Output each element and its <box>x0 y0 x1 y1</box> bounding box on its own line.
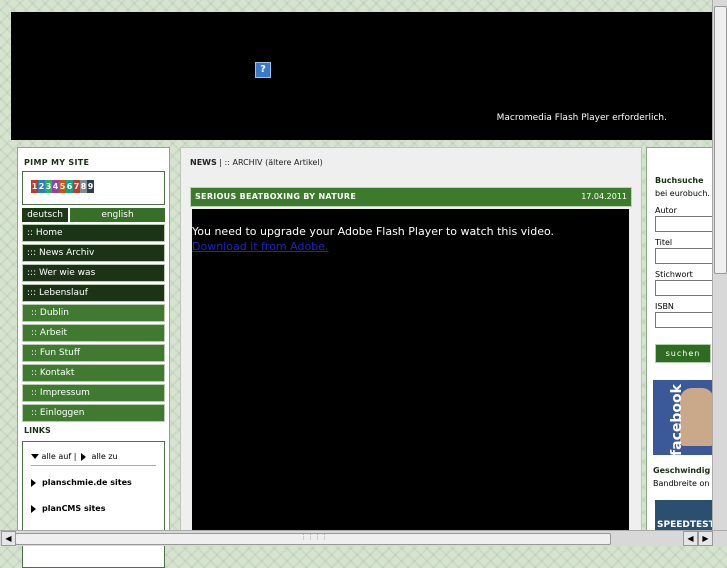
article-date: 17.04.2011 <box>581 192 627 201</box>
nav-menu-item[interactable]: :: Impressum <box>22 384 165 402</box>
scroll-right-icon[interactable]: ▶ <box>698 531 713 546</box>
book-search-title: Buchsuche <box>655 176 704 185</box>
keyword-input[interactable] <box>655 280 714 296</box>
article-title[interactable]: SERIOUS BEATBOXING BY NATURE <box>195 192 356 201</box>
breadcrumb-news[interactable]: NEWS <box>190 158 217 167</box>
pimp-number-list: 123456789 <box>31 180 94 193</box>
pimp-number[interactable]: 3 <box>45 180 52 193</box>
lang-deutsch[interactable]: deutsch <box>22 208 68 222</box>
nav-menu-item[interactable]: :: Home <box>22 224 165 242</box>
link-group[interactable]: planCMS sites <box>31 504 156 513</box>
right-sidebar: Buchsuche bei eurobuch. Autor Titel Stic… <box>646 147 715 532</box>
links-title: LINKS <box>24 426 51 435</box>
caret-right-icon <box>80 452 86 461</box>
nav-menu-item[interactable]: :: Einloggen <box>22 404 165 422</box>
speedtest-badge[interactable]: SPEEDTEST. <box>655 500 715 531</box>
main-content: NEWS | :: ARCHIV (ältere Artikel) SERIOU… <box>180 147 642 532</box>
book-search-subtitle: bei eurobuch. <box>655 189 710 198</box>
title-label: Titel <box>655 238 673 247</box>
pimp-box: 123456789 <box>22 171 165 205</box>
vertical-scrollbar[interactable] <box>712 0 727 530</box>
expand-all-link[interactable]: alle auf <box>42 452 72 461</box>
links-toggle-row: alle auf | alle zu <box>31 442 156 466</box>
speed-subtitle: Bandbreite on <box>653 479 710 488</box>
download-flash-link[interactable]: Download it from Adobe. <box>192 240 328 253</box>
nav-menu: :: Home::: News Archiv::: Wer wie was:::… <box>22 224 165 422</box>
pimp-number[interactable]: 5 <box>59 180 66 193</box>
flash-notice: Macromedia Flash Player erforderlich. <box>496 113 667 123</box>
pimp-number[interactable]: 9 <box>87 180 94 193</box>
facebook-badge[interactable]: facebook <box>653 380 714 455</box>
scroll-left-icon[interactable]: ◀ <box>683 531 698 546</box>
link-group[interactable]: planschmie.de sites <box>31 478 156 487</box>
author-input[interactable] <box>655 216 714 232</box>
nav-menu-item[interactable]: ::: Lebenslauf <box>22 284 165 302</box>
flash-header: ? Macromedia Flash Player erforderlich. <box>11 12 713 140</box>
links-box: alle auf | alle zu planschmie.de sites p… <box>22 441 165 568</box>
title-input[interactable] <box>655 248 714 264</box>
lang-english[interactable]: english <box>70 208 165 222</box>
caret-right-icon <box>31 504 36 513</box>
pimp-number[interactable]: 8 <box>80 180 87 193</box>
nav-menu-item[interactable]: ::: News Archiv <box>22 244 165 262</box>
nav-menu-item[interactable]: :: Dublin <box>22 304 165 322</box>
question-icon[interactable]: ? <box>255 62 271 78</box>
nav-menu-item[interactable]: ::: Wer wie was <box>22 264 165 282</box>
pimp-title: PIMP MY SITE <box>24 158 90 167</box>
grip-icon: ⋮⋮⋮⋮ <box>300 533 328 541</box>
link-group-label: planCMS sites <box>42 504 106 513</box>
horizontal-scrollbar[interactable]: ◀ ⋮⋮⋮⋮ ◀ ▶ <box>0 530 727 546</box>
link-group-label: planschmie.de sites <box>42 478 132 487</box>
facebook-label: facebook <box>668 384 685 455</box>
isbn-input[interactable] <box>655 312 714 328</box>
vertical-scroll-thumb[interactable] <box>714 6 727 274</box>
pimp-number[interactable]: 6 <box>66 180 73 193</box>
language-switch: deutsch english <box>22 208 165 222</box>
nav-menu-item[interactable]: :: Fun Stuff <box>22 344 165 362</box>
upgrade-message: You need to upgrade your Adobe Flash Pla… <box>192 225 555 238</box>
nav-menu-item[interactable]: :: Kontakt <box>22 364 165 382</box>
keyword-label: Stichwort <box>655 270 693 279</box>
pimp-number[interactable]: 4 <box>52 180 59 193</box>
caret-down-icon <box>31 454 39 459</box>
speed-title: Geschwindig <box>653 466 711 475</box>
speedtest-label: SPEEDTEST. <box>657 520 715 530</box>
pimp-number[interactable]: 1 <box>31 180 38 193</box>
article-header: SERIOUS BEATBOXING BY NATURE 17.04.2011 <box>190 187 632 207</box>
nav-menu-item[interactable]: :: Arbeit <box>22 324 165 342</box>
video-player[interactable]: You need to upgrade your Adobe Flash Pla… <box>192 209 629 531</box>
breadcrumb: NEWS | :: ARCHIV (ältere Artikel) <box>190 158 323 167</box>
caret-right-icon <box>31 478 36 487</box>
pimp-number[interactable]: 2 <box>38 180 45 193</box>
isbn-label: ISBN <box>655 302 674 311</box>
left-sidebar: PIMP MY SITE 123456789 deutsch english :… <box>17 147 170 568</box>
author-label: Autor <box>655 206 677 215</box>
scroll-left-icon[interactable]: ◀ <box>1 531 16 546</box>
breadcrumb-archive: | :: ARCHIV (ältere Artikel) <box>216 158 323 167</box>
pimp-number[interactable]: 7 <box>73 180 80 193</box>
collapse-all-link[interactable]: alle zu <box>92 452 118 461</box>
toggle-separator: | <box>73 452 77 461</box>
search-button[interactable]: suchen <box>655 344 711 363</box>
profile-portrait <box>680 388 714 446</box>
